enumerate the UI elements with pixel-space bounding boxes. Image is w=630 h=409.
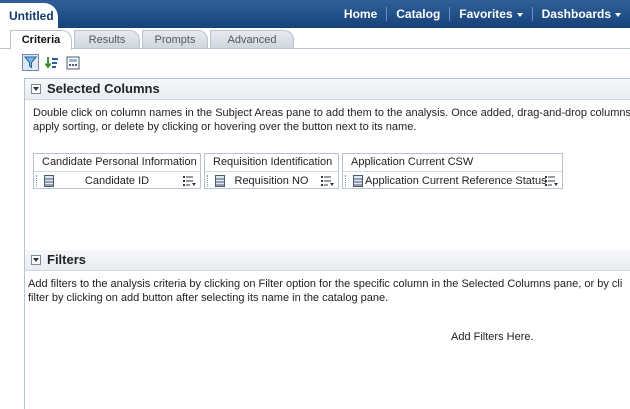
drag-handle-icon[interactable] xyxy=(345,175,348,187)
nav-home[interactable]: Home xyxy=(335,7,386,21)
top-bar: Untitled Home Catalog Favorites Dashboar… xyxy=(0,0,630,28)
column-card[interactable]: Requisition Identification Requisition N… xyxy=(204,153,339,189)
filters-header[interactable]: Filters xyxy=(25,250,630,271)
calculator-icon xyxy=(66,56,79,69)
column-category-label: Candidate Personal Information xyxy=(34,154,200,172)
calculator-button[interactable] xyxy=(64,54,81,71)
sort-icon xyxy=(44,56,58,69)
sub-tab-bar: Criteria Results Prompts Advanced xyxy=(0,28,630,50)
sort-button[interactable] xyxy=(43,54,60,71)
nav-dashboards-label: Dashboards xyxy=(541,7,611,21)
nav-favorites[interactable]: Favorites xyxy=(449,7,531,21)
column-options-icon[interactable] xyxy=(183,175,197,193)
top-nav: Home Catalog Favorites Dashboards xyxy=(335,0,630,28)
filters-title: Filters xyxy=(47,252,87,267)
filter-button[interactable] xyxy=(22,54,39,71)
column-card[interactable]: Application Current CSW Application Curr… xyxy=(342,153,563,189)
column-options-icon[interactable] xyxy=(321,175,335,193)
column-name-label: Application Current Reference Status xyxy=(365,175,547,187)
tab-criteria[interactable]: Criteria xyxy=(10,30,72,50)
chevron-down-icon xyxy=(615,12,621,17)
collapse-toggle-icon[interactable] xyxy=(31,255,41,265)
selected-columns-header[interactable]: Selected Columns xyxy=(25,79,630,100)
filters-description-2: filter by clicking on add button after s… xyxy=(28,292,389,304)
column-name-label: Candidate ID xyxy=(84,175,150,187)
criteria-pane: Selected Columns Double click on column … xyxy=(24,78,630,409)
column-card[interactable]: Candidate Personal Information Candidate… xyxy=(33,153,201,189)
tab-advanced[interactable]: Advanced xyxy=(210,30,294,48)
nav-favorites-label: Favorites xyxy=(459,7,513,21)
selected-columns-description-1: Double click on column names in the Subj… xyxy=(33,107,630,119)
selected-columns-description-2: apply sorting, or delete by clicking or … xyxy=(33,121,417,133)
column-category-label: Application Current CSW xyxy=(343,154,562,172)
column-name-label: Requisition NO xyxy=(234,175,309,187)
criteria-toolbar xyxy=(22,54,81,74)
collapse-toggle-icon[interactable] xyxy=(31,84,41,94)
nav-dashboards[interactable]: Dashboards xyxy=(531,7,630,21)
nav-catalog-label: Catalog xyxy=(396,7,441,21)
nav-home-label: Home xyxy=(343,7,378,21)
nav-catalog[interactable]: Catalog xyxy=(386,7,449,21)
document-tab[interactable]: Untitled xyxy=(0,3,58,28)
add-filters-placeholder: Add Filters Here. xyxy=(451,331,534,343)
filters-description-1: Add filters to the analysis criteria by … xyxy=(28,278,623,290)
tab-prompts[interactable]: Prompts xyxy=(142,30,208,48)
tab-results[interactable]: Results xyxy=(74,30,140,48)
filter-icon xyxy=(24,56,37,69)
column-options-icon[interactable] xyxy=(545,175,559,193)
selected-columns-title: Selected Columns xyxy=(47,81,160,96)
column-category-label: Requisition Identification xyxy=(205,154,338,172)
chevron-down-icon xyxy=(516,12,523,17)
